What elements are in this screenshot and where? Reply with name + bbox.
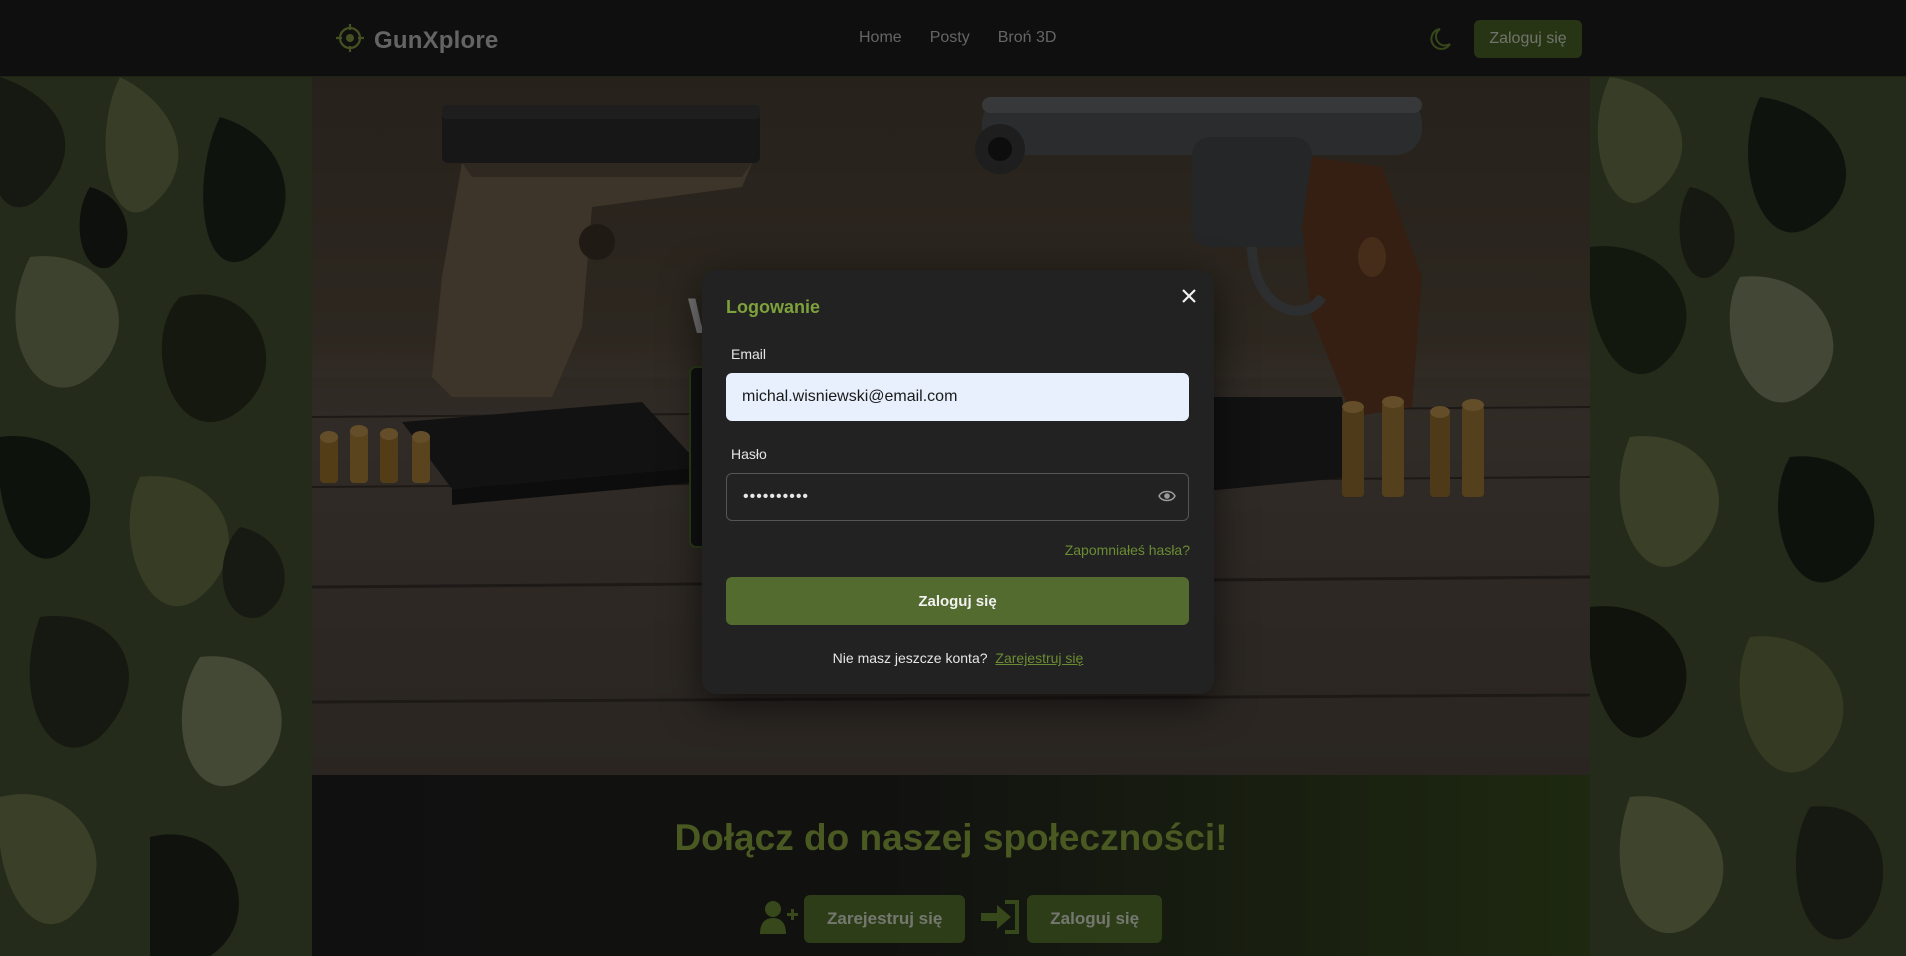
login-submit-button[interactable]: Zaloguj się [726,577,1189,625]
modal-title: Logowanie [726,297,820,317]
email-field[interactable] [726,373,1189,421]
register-link[interactable]: Zarejestruj się [995,650,1083,666]
password-label: Hasło [731,446,767,462]
register-prompt-text: Nie masz jeszcze konta? [832,650,988,666]
email-label: Email [731,346,767,362]
register-prompt: Nie masz jeszcze konta? Zarejestruj się [702,650,1214,666]
forgot-password-link[interactable]: Zapomniałeś hasła? [1065,542,1190,558]
eye-icon[interactable] [1158,489,1176,508]
login-modal: Logowanie Email Hasło Zapomniałeś hasła?… [702,270,1214,694]
close-icon[interactable] [1177,284,1201,308]
password-field[interactable] [726,473,1189,521]
